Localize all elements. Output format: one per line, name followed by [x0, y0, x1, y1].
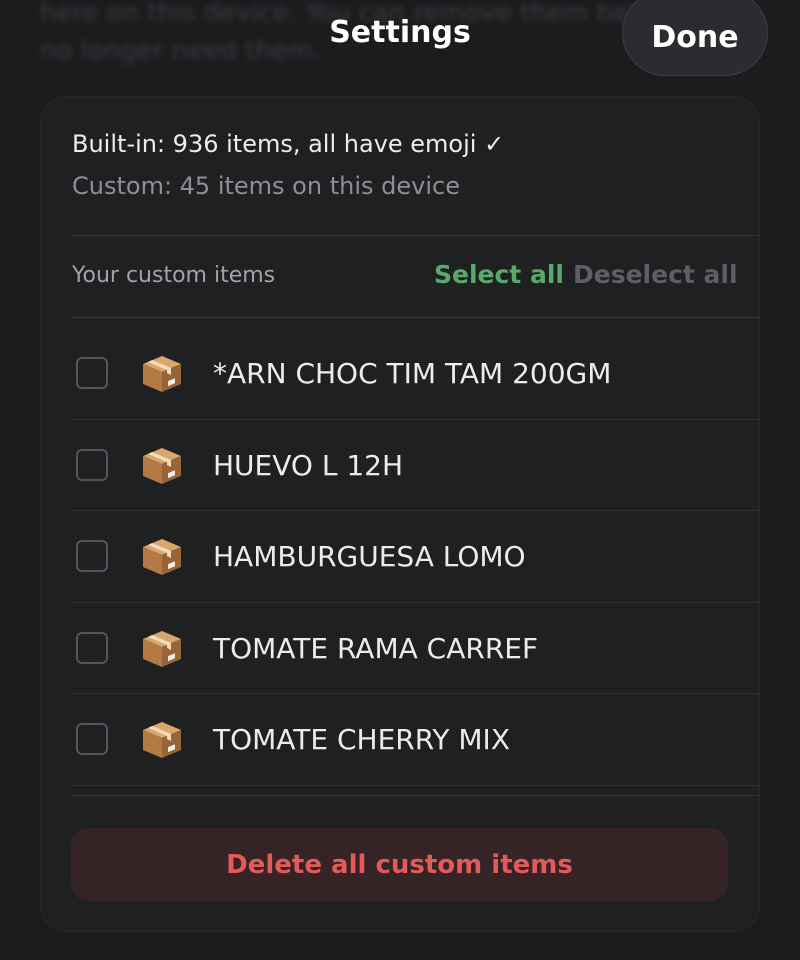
custom-items-card: Built-in: 936 items, all have emoji ✓ Cu… — [40, 96, 760, 932]
custom-items-label: Your custom items — [72, 263, 276, 288]
item-name: HUEVO L 12H — [213, 448, 404, 482]
item-checkbox[interactable] — [76, 723, 108, 755]
package-icon — [141, 446, 183, 486]
item-name: TOMATE RAMA CARREF — [213, 631, 539, 665]
item-checkbox[interactable] — [76, 540, 108, 572]
deselect-all-button[interactable]: Deselect all — [573, 258, 738, 292]
item-name: *ARN CHOC TIM TAM 200GM — [213, 357, 612, 390]
delete-all-custom-items-button[interactable]: Delete all custom items — [71, 828, 728, 901]
package-icon — [141, 629, 183, 669]
item-name: HAMBURGUESA LOMO — [213, 540, 526, 573]
select-all-button[interactable]: Select all — [434, 258, 564, 292]
item-name: TOMATE CHERRY MIX — [213, 723, 510, 756]
done-button[interactable]: Done — [622, 0, 768, 76]
package-icon — [141, 720, 183, 760]
list-item[interactable]: *ARN CHOC TIM TAM 200GM — [71, 328, 760, 420]
custom-items-list: *ARN CHOC TIM TAM 200GM HUEVO L 12H HAMB… — [71, 328, 760, 786]
item-checkbox[interactable] — [76, 448, 108, 481]
builtin-summary: Built-in: 936 items, all have emoji ✓ — [72, 130, 505, 158]
divider — [71, 317, 760, 318]
item-checkbox[interactable] — [76, 357, 108, 389]
package-icon — [141, 354, 183, 394]
divider — [71, 235, 760, 236]
list-item[interactable]: HAMBURGUESA LOMO — [71, 511, 760, 603]
list-item[interactable]: HUEVO L 12H — [71, 420, 760, 511]
list-item[interactable]: TOMATE RAMA CARREF — [71, 603, 760, 694]
item-checkbox[interactable] — [76, 631, 108, 664]
custom-summary: Custom: 45 items on this device — [72, 172, 460, 200]
package-icon — [141, 537, 183, 577]
divider — [71, 795, 760, 796]
list-item[interactable]: TOMATE CHERRY MIX — [71, 694, 760, 786]
